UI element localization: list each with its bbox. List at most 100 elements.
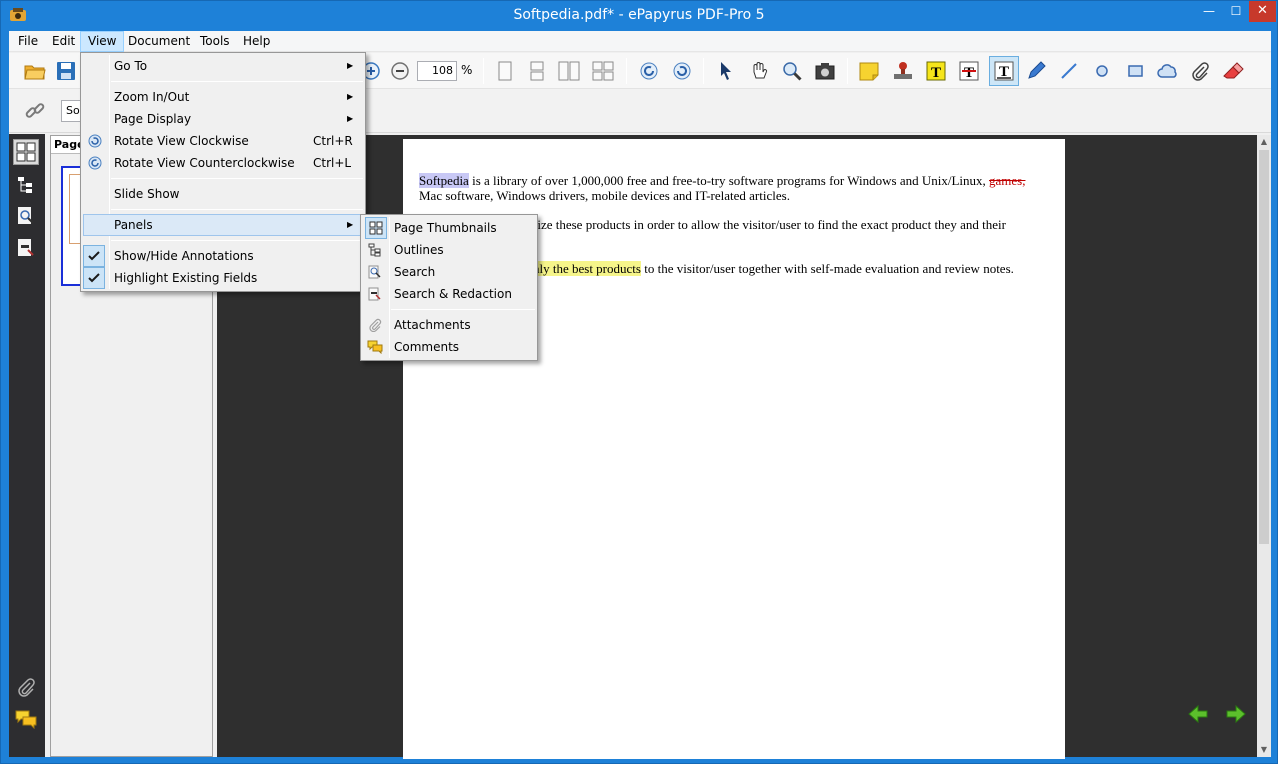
highlight-text-button[interactable]: T bbox=[924, 59, 948, 83]
paragraph-1[interactable]: Softpedia is a library of over 1,000,000… bbox=[419, 173, 1049, 188]
menu-item-highlight-existing-fields[interactable]: Highlight Existing Fields bbox=[83, 267, 363, 289]
paperclip-icon bbox=[367, 317, 383, 333]
hand-tool-button[interactable] bbox=[747, 59, 771, 83]
scroll-down-arrow-icon[interactable]: ▼ bbox=[1257, 743, 1271, 757]
facing-pages-button[interactable] bbox=[557, 59, 581, 83]
menu-item-slide-show[interactable]: Slide Show bbox=[83, 183, 363, 205]
checkmark-icon bbox=[83, 267, 105, 289]
menu-item-rotate-clockwise[interactable]: Rotate View Clockwise Ctrl+R bbox=[83, 130, 363, 152]
submenu-item-comments[interactable]: Comments bbox=[363, 336, 535, 358]
ellipse-tool-button[interactable] bbox=[1090, 59, 1114, 83]
comments-panel-button[interactable] bbox=[13, 706, 39, 732]
menu-document[interactable]: Document bbox=[121, 31, 197, 52]
menu-view[interactable]: View bbox=[80, 31, 125, 52]
underline-text-button[interactable]: T bbox=[989, 56, 1019, 86]
magnifier-icon bbox=[783, 62, 802, 81]
chain-link-icon bbox=[25, 103, 45, 118]
paragraph-3[interactable]: nly the best products to the visitor/use… bbox=[533, 261, 1053, 276]
rotate-ccw-icon bbox=[640, 62, 658, 80]
menu-item-rotate-counterclockwise[interactable]: Rotate View Counterclockwise Ctrl+L bbox=[83, 152, 363, 174]
menu-item-label: Page Display bbox=[114, 112, 192, 126]
minimize-button[interactable]: — bbox=[1195, 1, 1223, 22]
rotate-ccw-icon bbox=[87, 155, 103, 171]
outlines-icon bbox=[18, 177, 32, 193]
menu-edit[interactable]: Edit bbox=[45, 31, 82, 52]
menu-item-label: Page Thumbnails bbox=[394, 221, 497, 235]
view-menu-dropdown: Go To ▶ Zoom In/Out ▶ Page Display ▶ Rot… bbox=[80, 52, 366, 292]
scroll-up-arrow-icon[interactable]: ▲ bbox=[1257, 135, 1271, 149]
outlines-panel-button[interactable] bbox=[13, 172, 39, 198]
close-button[interactable]: ✕ bbox=[1249, 1, 1276, 22]
underline-t-icon: T bbox=[994, 61, 1014, 81]
menu-file[interactable]: File bbox=[11, 31, 45, 52]
menu-item-go-to[interactable]: Go To ▶ bbox=[83, 55, 363, 77]
svg-text:T: T bbox=[964, 65, 974, 81]
svg-text:T: T bbox=[931, 65, 941, 81]
snapshot-button[interactable] bbox=[813, 59, 837, 83]
attachments-panel-button[interactable] bbox=[13, 674, 39, 700]
menu-item-show-hide-annotations[interactable]: Show/Hide Annotations bbox=[83, 245, 363, 267]
scrollbar-thumb[interactable] bbox=[1259, 150, 1269, 544]
previous-page-arrow-icon[interactable] bbox=[1187, 703, 1209, 725]
highlight-annotation[interactable]: nly the best products bbox=[533, 261, 641, 276]
cloud-icon bbox=[1157, 64, 1177, 78]
submenu-item-outlines[interactable]: Outlines bbox=[363, 239, 535, 261]
paragraph-text: is a library of over 1,000,000 free and … bbox=[468, 173, 989, 188]
line-tool-button[interactable] bbox=[1057, 59, 1081, 83]
thumbnails-panel-button[interactable] bbox=[13, 139, 39, 165]
submenu-item-page-thumbnails[interactable]: Page Thumbnails bbox=[363, 217, 535, 239]
redaction-icon bbox=[18, 239, 34, 256]
menu-shortcut: Ctrl+L bbox=[313, 156, 352, 170]
menu-item-page-display[interactable]: Page Display ▶ bbox=[83, 108, 363, 130]
rotate-ccw-button[interactable] bbox=[637, 59, 661, 83]
redaction-panel-button[interactable] bbox=[13, 235, 39, 261]
strikeout-annotation[interactable]: games, bbox=[989, 173, 1025, 188]
toolbar-separator bbox=[847, 58, 848, 84]
stamp-button[interactable] bbox=[891, 59, 915, 83]
arrow-pointer-icon bbox=[721, 62, 731, 80]
paperclip-icon bbox=[18, 678, 35, 697]
left-panel-strip bbox=[9, 134, 45, 757]
zoom-input[interactable]: 108 bbox=[417, 61, 457, 81]
hand-icon bbox=[753, 62, 768, 79]
highlight-annotation[interactable]: Softpedia bbox=[419, 173, 469, 188]
open-button[interactable] bbox=[23, 59, 47, 83]
menu-item-label: Show/Hide Annotations bbox=[114, 249, 254, 263]
zoom-tool-button[interactable] bbox=[780, 59, 804, 83]
maximize-button[interactable]: ☐ bbox=[1223, 1, 1249, 22]
submenu-item-search[interactable]: Search bbox=[363, 261, 535, 283]
comments-icon bbox=[367, 339, 383, 355]
paperclip-icon bbox=[1192, 62, 1209, 81]
save-button[interactable] bbox=[54, 59, 78, 83]
link-button[interactable] bbox=[23, 99, 47, 123]
submenu-item-attachments[interactable]: Attachments bbox=[363, 314, 535, 336]
strikeout-text-button[interactable]: T bbox=[957, 59, 981, 83]
menu-item-panels[interactable]: Panels ▶ bbox=[83, 214, 363, 236]
paragraph-2: rize these products in order to allow th… bbox=[533, 217, 1006, 232]
continuous-facing-icon bbox=[592, 61, 614, 81]
continuous-facing-button[interactable] bbox=[591, 59, 615, 83]
eraser-button[interactable] bbox=[1221, 59, 1245, 83]
sticky-note-button[interactable] bbox=[858, 59, 882, 83]
vertical-scrollbar[interactable]: ▲ ▼ bbox=[1257, 135, 1271, 757]
next-page-arrow-icon[interactable] bbox=[1225, 703, 1247, 725]
toolbar-separator bbox=[626, 58, 627, 84]
panels-submenu: Page Thumbnails Outlines Search Search &… bbox=[360, 214, 538, 361]
title-bar[interactable]: Softpedia.pdf* - ePapyrus PDF-Pro 5 — ☐ … bbox=[1, 1, 1277, 31]
rotate-cw-button[interactable] bbox=[670, 59, 694, 83]
menu-tools[interactable]: Tools bbox=[193, 31, 237, 52]
single-page-button[interactable] bbox=[493, 59, 517, 83]
menu-item-zoom[interactable]: Zoom In/Out ▶ bbox=[83, 86, 363, 108]
submenu-item-search-redaction[interactable]: Search & Redaction bbox=[363, 283, 535, 305]
pencil-tool-button[interactable] bbox=[1024, 59, 1048, 83]
cloud-tool-button[interactable] bbox=[1156, 59, 1180, 83]
camera-icon bbox=[815, 63, 835, 80]
select-tool-button[interactable] bbox=[714, 59, 738, 83]
continuous-page-button[interactable] bbox=[525, 59, 549, 83]
rectangle-tool-button[interactable] bbox=[1123, 59, 1147, 83]
zoom-out-button[interactable] bbox=[388, 59, 412, 83]
search-panel-button[interactable] bbox=[13, 203, 39, 229]
menu-separator bbox=[111, 209, 363, 210]
menu-help[interactable]: Help bbox=[236, 31, 277, 52]
attach-file-button[interactable] bbox=[1188, 59, 1212, 83]
